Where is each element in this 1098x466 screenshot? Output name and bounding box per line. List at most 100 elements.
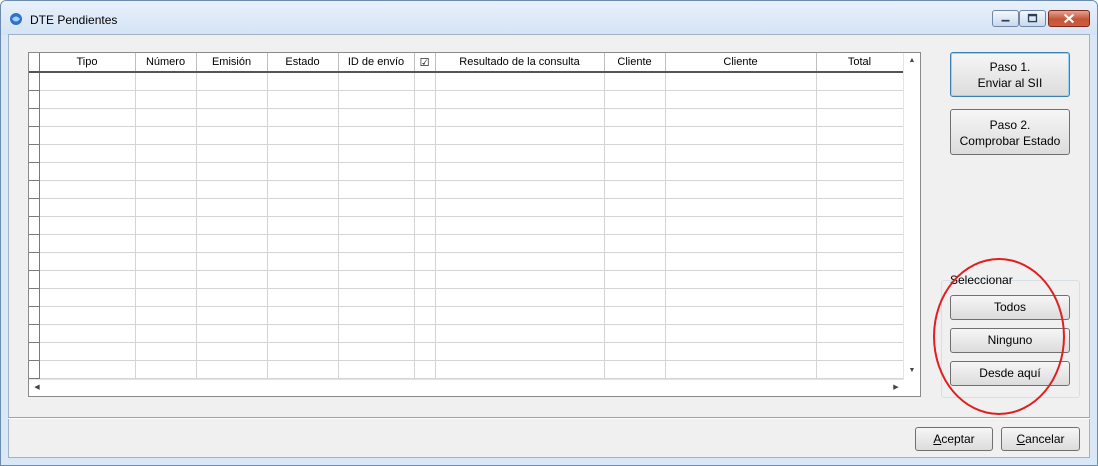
table-cell[interactable] (135, 360, 197, 379)
table-cell[interactable] (414, 306, 436, 325)
table-cell[interactable] (816, 234, 904, 253)
table-cell[interactable] (435, 234, 605, 253)
table-cell[interactable] (39, 90, 136, 109)
table-cell[interactable] (338, 360, 415, 379)
row-indicator[interactable] (29, 198, 40, 217)
table-cell[interactable] (435, 90, 605, 109)
table-cell[interactable] (267, 288, 339, 307)
table-cell[interactable] (338, 342, 415, 361)
table-cell[interactable] (816, 216, 904, 235)
table-cell[interactable] (604, 216, 666, 235)
cancel-button[interactable]: Cancelar (1001, 427, 1080, 451)
table-cell[interactable] (196, 108, 268, 127)
table-cell[interactable] (267, 306, 339, 325)
table-cell[interactable] (135, 198, 197, 217)
table-cell[interactable] (267, 198, 339, 217)
table-cell[interactable] (267, 180, 339, 199)
dte-grid[interactable]: Tipo Número Emisión Estado ID de envío ☑… (28, 52, 921, 397)
title-bar[interactable]: DTE Pendientes (1, 1, 1097, 35)
table-cell[interactable] (435, 126, 605, 145)
table-row[interactable] (29, 252, 904, 271)
table-cell[interactable] (816, 72, 904, 91)
table-cell[interactable] (414, 126, 436, 145)
table-cell[interactable] (414, 360, 436, 379)
table-cell[interactable] (816, 90, 904, 109)
table-row[interactable] (29, 180, 904, 199)
table-row[interactable] (29, 288, 904, 307)
table-cell[interactable] (196, 126, 268, 145)
table-cell[interactable] (414, 198, 436, 217)
row-indicator[interactable] (29, 342, 40, 361)
table-cell[interactable] (665, 90, 817, 109)
table-cell[interactable] (267, 216, 339, 235)
table-cell[interactable] (665, 144, 817, 163)
table-cell[interactable] (196, 324, 268, 343)
table-cell[interactable] (665, 216, 817, 235)
table-cell[interactable] (267, 108, 339, 127)
table-cell[interactable] (196, 360, 268, 379)
table-cell[interactable] (338, 180, 415, 199)
table-cell[interactable] (338, 306, 415, 325)
table-cell[interactable] (604, 198, 666, 217)
table-cell[interactable] (414, 180, 436, 199)
table-cell[interactable] (816, 144, 904, 163)
table-cell[interactable] (414, 162, 436, 181)
table-cell[interactable] (196, 288, 268, 307)
table-cell[interactable] (196, 216, 268, 235)
table-cell[interactable] (435, 216, 605, 235)
table-cell[interactable] (435, 342, 605, 361)
row-indicator[interactable] (29, 72, 40, 91)
table-cell[interactable] (196, 342, 268, 361)
table-cell[interactable] (135, 126, 197, 145)
table-cell[interactable] (414, 324, 436, 343)
table-cell[interactable] (267, 72, 339, 91)
table-cell[interactable] (665, 342, 817, 361)
table-cell[interactable] (135, 180, 197, 199)
table-cell[interactable] (435, 270, 605, 289)
table-cell[interactable] (39, 216, 136, 235)
table-cell[interactable] (267, 126, 339, 145)
row-indicator[interactable] (29, 108, 40, 127)
table-cell[interactable] (414, 270, 436, 289)
table-cell[interactable] (267, 342, 339, 361)
table-cell[interactable] (135, 162, 197, 181)
table-cell[interactable] (196, 270, 268, 289)
table-row[interactable] (29, 234, 904, 253)
column-header-total[interactable]: Total (816, 53, 904, 73)
scroll-left-icon[interactable]: ◀ (29, 380, 45, 396)
table-cell[interactable] (338, 216, 415, 235)
table-cell[interactable] (414, 234, 436, 253)
table-cell[interactable] (135, 90, 197, 109)
table-cell[interactable] (135, 288, 197, 307)
table-cell[interactable] (39, 126, 136, 145)
table-cell[interactable] (196, 162, 268, 181)
column-header-emision[interactable]: Emisión (196, 53, 268, 73)
table-cell[interactable] (135, 234, 197, 253)
table-cell[interactable] (338, 144, 415, 163)
table-cell[interactable] (604, 108, 666, 127)
row-indicator[interactable] (29, 144, 40, 163)
table-cell[interactable] (135, 72, 197, 91)
table-cell[interactable] (39, 198, 136, 217)
table-cell[interactable] (604, 126, 666, 145)
table-cell[interactable] (267, 90, 339, 109)
scroll-up-icon[interactable]: ▲ (904, 53, 920, 69)
table-cell[interactable] (338, 288, 415, 307)
table-cell[interactable] (338, 252, 415, 271)
column-header-id-envio[interactable]: ID de envío (338, 53, 415, 73)
table-cell[interactable] (816, 324, 904, 343)
table-cell[interactable] (338, 198, 415, 217)
row-indicator[interactable] (29, 252, 40, 271)
table-cell[interactable] (665, 288, 817, 307)
table-cell[interactable] (196, 306, 268, 325)
table-cell[interactable] (338, 90, 415, 109)
table-cell[interactable] (135, 144, 197, 163)
table-cell[interactable] (338, 126, 415, 145)
table-cell[interactable] (39, 72, 136, 91)
table-cell[interactable] (604, 72, 666, 91)
close-button[interactable] (1048, 10, 1090, 27)
table-cell[interactable] (665, 198, 817, 217)
table-cell[interactable] (604, 360, 666, 379)
table-cell[interactable] (39, 306, 136, 325)
table-row[interactable] (29, 162, 904, 181)
